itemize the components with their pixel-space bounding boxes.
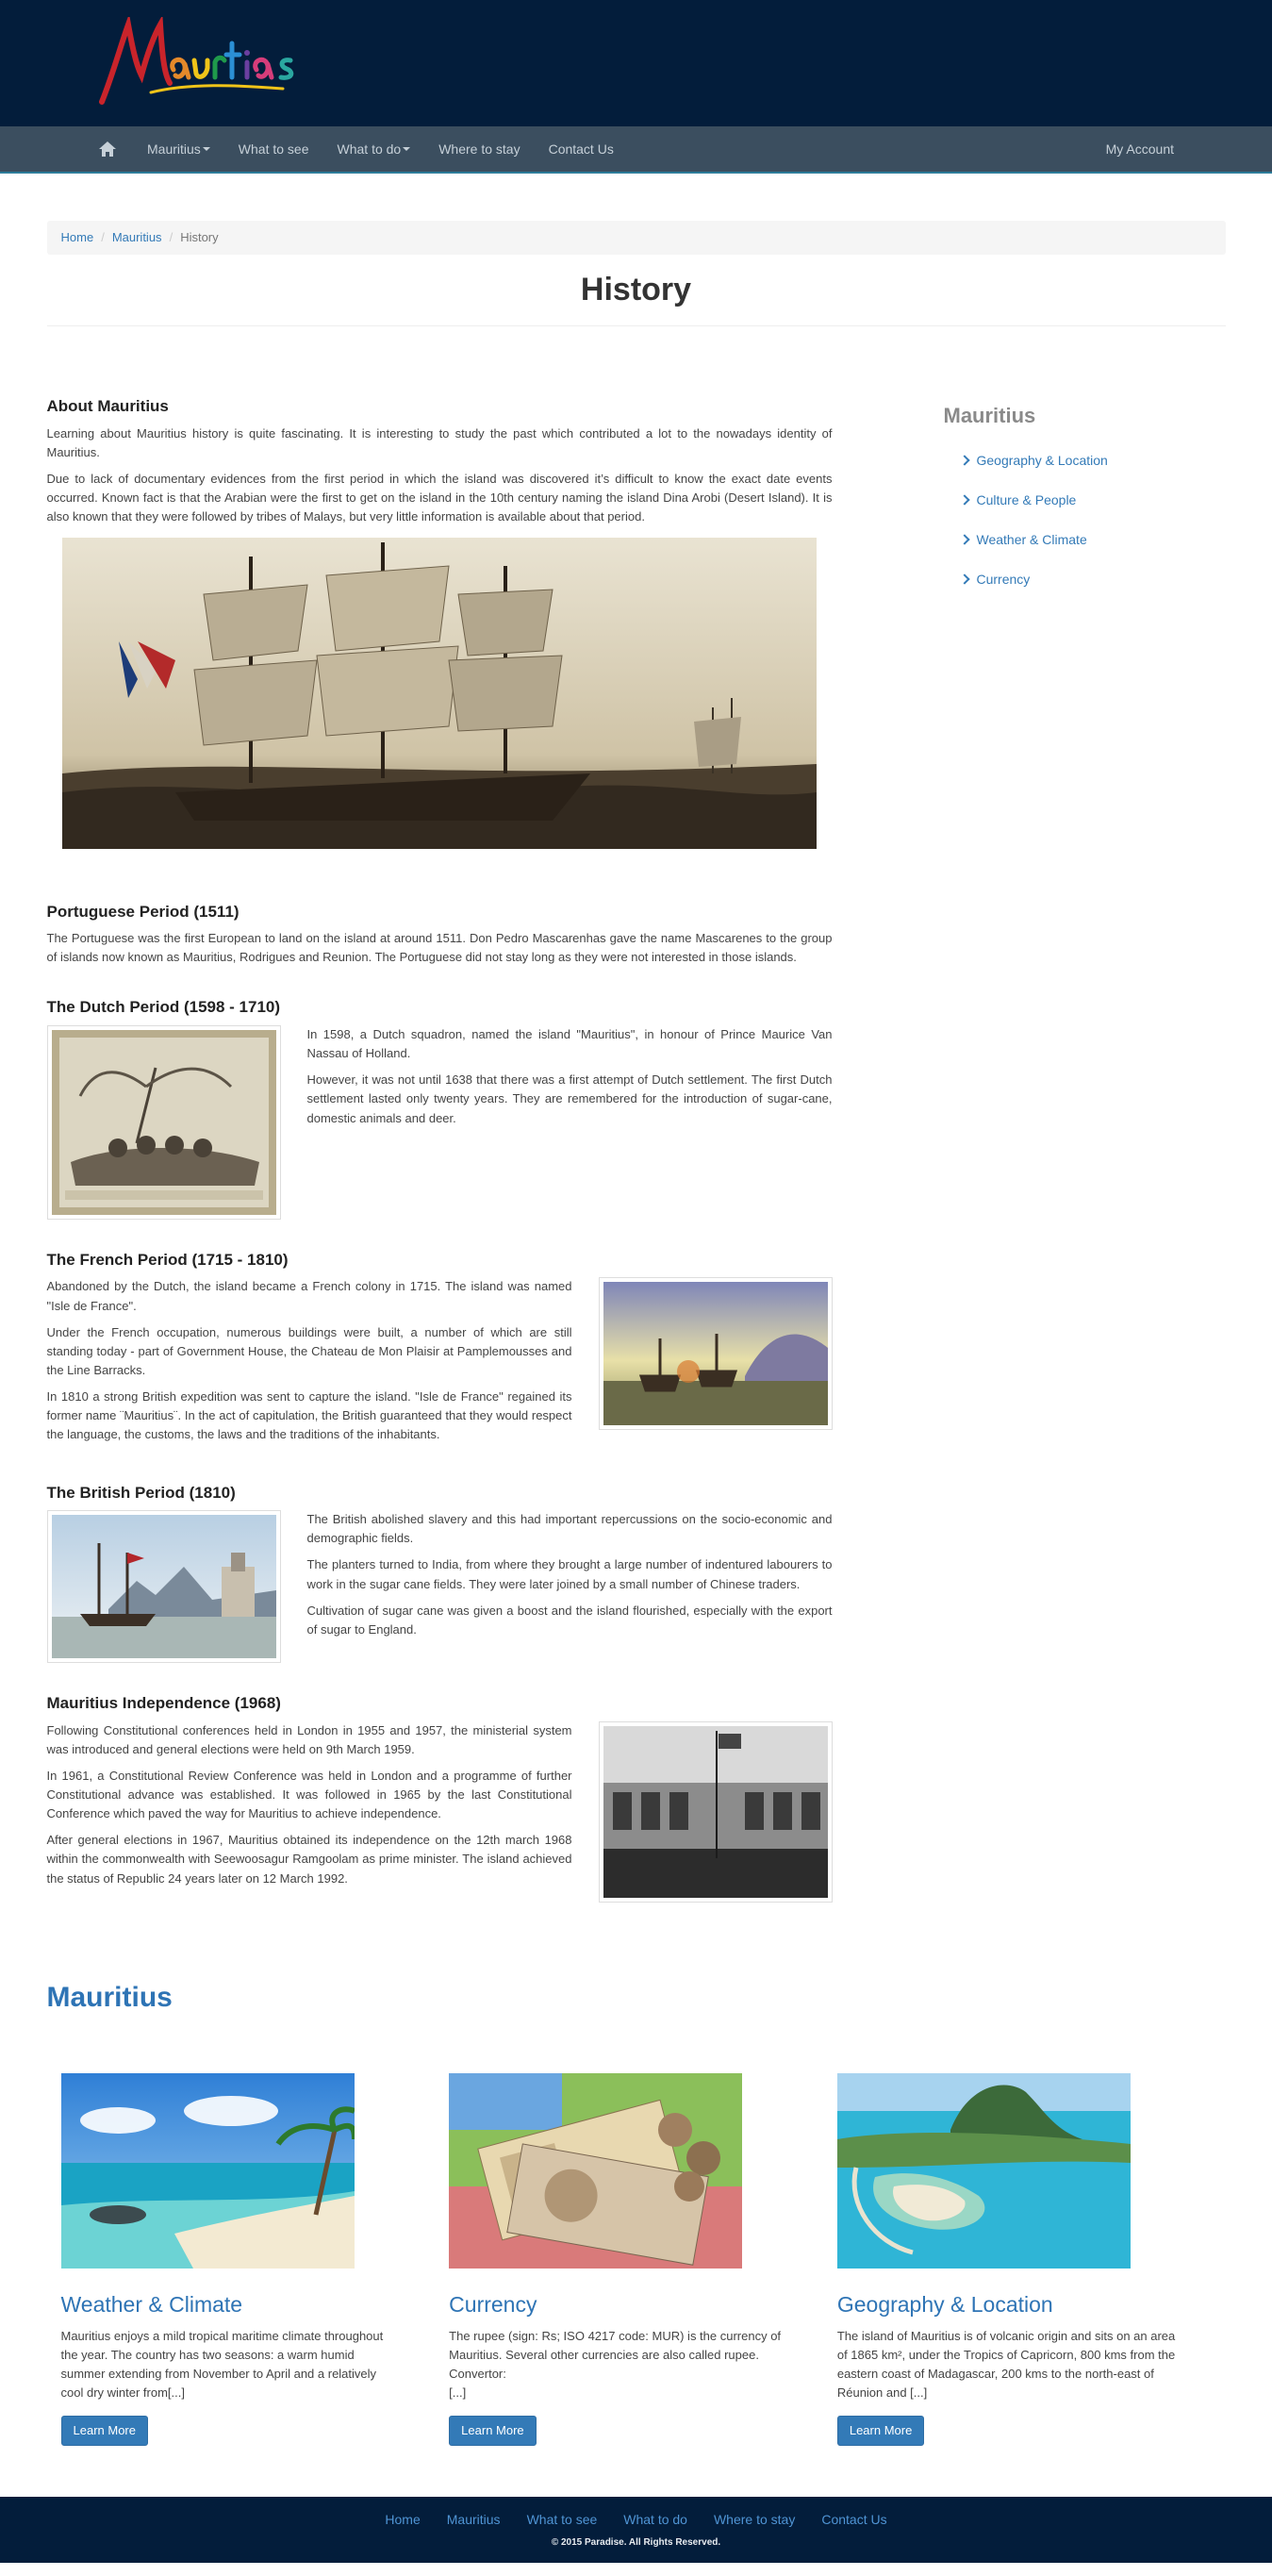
- copyright-text: © 2015 Paradise. All Rights Reserved.: [551, 2536, 721, 2548]
- footer-link-home[interactable]: Home: [385, 2510, 420, 2530]
- banknotes-image[interactable]: [449, 2072, 743, 2269]
- card-weather: Weather & Climate Mauritius enjoys a mil…: [60, 2072, 400, 2446]
- island-aerial-image[interactable]: [836, 2072, 1131, 2269]
- footer-link-contact-us[interactable]: Contact Us: [821, 2510, 886, 2530]
- paragraph: Learning about Mauritius history is quit…: [46, 425, 833, 459]
- paragraph: After general elections in 1967, Mauriti…: [46, 1833, 572, 1886]
- paragraph: In 1810 a strong British expedition was …: [46, 1389, 572, 1442]
- card-text: The island of Mauritius is of volcanic o…: [836, 2328, 1176, 2401]
- about-section: About Mauritius Learning about Mauritius…: [47, 394, 833, 881]
- breadcrumb-home[interactable]: Home: [61, 228, 94, 247]
- nav-item-contact-us[interactable]: Contact Us: [549, 140, 614, 159]
- section-title: The British Period (1810): [46, 1483, 236, 1502]
- paragraph: Abandoned by the Dutch, the island becam…: [46, 1279, 572, 1313]
- paragraph: However, it was not until 1638 that ther…: [306, 1072, 833, 1125]
- section-title: The Dutch Period (1598 - 1710): [46, 998, 281, 1017]
- sidebar: Mauritius Geography & Location Culture &…: [944, 394, 1208, 1921]
- british-section: The British Period (1810) The British ab…: [46, 1481, 833, 1664]
- french-naval-battle-image: [598, 1277, 833, 1431]
- beach-image[interactable]: [60, 2072, 357, 2269]
- portuguese-section: Portuguese Period (1511) The Portuguese …: [47, 900, 833, 968]
- home-icon[interactable]: [98, 139, 119, 159]
- card-title[interactable]: Weather & Climate: [61, 2288, 400, 2321]
- card-text: The rupee (sign: Rs; ISO 4217 code: MUR)…: [449, 2328, 782, 2381]
- independence-flag-ceremony-image: [598, 1720, 833, 1903]
- footer-link-mauritius[interactable]: Mauritius: [447, 2510, 501, 2530]
- paragraph: The British abolished slavery and this h…: [306, 1512, 833, 1546]
- nav-item-where-to-stay[interactable]: Where to stay: [438, 140, 520, 159]
- main-content: About Mauritius Learning about Mauritius…: [46, 394, 833, 1921]
- paragraph: Due to lack of documentary evidences fro…: [46, 471, 833, 524]
- site-footer: Home Mauritius What to see What to do Wh…: [0, 2496, 1272, 2563]
- section-title: Portuguese Period (1511): [46, 902, 240, 921]
- nav-item-mauritius[interactable]: Mauritius: [147, 140, 210, 159]
- breadcrumb-separator: /: [101, 230, 105, 245]
- card-text: Mauritius enjoys a mild tropical maritim…: [60, 2328, 384, 2401]
- learn-more-button[interactable]: Learn More: [836, 2416, 925, 2446]
- breadcrumb-current: History: [180, 230, 219, 245]
- section-title: The French Period (1715 - 1810): [46, 1250, 289, 1269]
- sidebar-link-geography[interactable]: Geography & Location: [944, 440, 1208, 480]
- page-title: History: [46, 266, 1226, 326]
- paragraph: The planters turned to India, from where…: [306, 1557, 833, 1591]
- card-currency: Currency The rupee (sign: Rs; ISO 4217 c…: [449, 2072, 787, 2446]
- breadcrumb: Home / Mauritius / History: [46, 221, 1226, 255]
- dutch-section: The Dutch Period (1598 - 1710) In 1598, …: [46, 995, 833, 1220]
- independence-section: Mauritius Independence (1968) Following …: [47, 1691, 833, 1903]
- section-title: Mauritius Independence (1968): [46, 1694, 281, 1713]
- nav-item-what-to-do[interactable]: What to do: [338, 140, 411, 159]
- learn-more-button[interactable]: Learn More: [449, 2416, 537, 2446]
- sidebar-link-currency[interactable]: Currency: [944, 559, 1208, 599]
- british-harbour-image: [46, 1510, 281, 1664]
- card-title[interactable]: Currency: [449, 2288, 787, 2321]
- featured-cards: Weather & Climate Mauritius enjoys a mil…: [47, 2072, 1226, 2446]
- sidebar-link-culture[interactable]: Culture & People: [944, 480, 1208, 520]
- caret-down-icon: [202, 147, 210, 151]
- nav-my-account[interactable]: My Account: [1106, 140, 1174, 159]
- card-geography: Geography & Location The island of Mauri…: [836, 2072, 1176, 2446]
- footer-link-what-to-do[interactable]: What to do: [623, 2510, 687, 2530]
- dutch-engraving-image: [46, 1024, 281, 1220]
- main-navbar: Mauritius What to see What to do Where t…: [0, 126, 1272, 174]
- paragraph: Cultivation of sugar cane was given a bo…: [306, 1603, 833, 1637]
- chevron-right-icon: [958, 534, 970, 545]
- sidebar-link-weather[interactable]: Weather & Climate: [944, 520, 1208, 559]
- paragraph: Following Constitutional conferences hel…: [46, 1722, 572, 1756]
- paragraph: Under the French occupation, numerous bu…: [46, 1324, 572, 1378]
- paragraph: In 1961, a Constitutional Review Confere…: [46, 1768, 572, 1821]
- card-title[interactable]: Geography & Location: [837, 2288, 1176, 2321]
- mauritius-logo[interactable]: [94, 17, 311, 111]
- section-title: About Mauritius: [46, 397, 169, 415]
- chevron-right-icon: [958, 494, 970, 506]
- sidebar-title: Mauritius: [943, 404, 1036, 427]
- paragraph: In 1598, a Dutch squadron, named the isl…: [306, 1026, 833, 1061]
- breadcrumb-mauritius[interactable]: Mauritius: [112, 228, 162, 247]
- learn-more-button[interactable]: Learn More: [60, 2416, 148, 2446]
- sailing-ship-painting: [61, 538, 817, 850]
- paragraph: The Portuguese was the first European to…: [46, 931, 833, 965]
- breadcrumb-separator: /: [169, 230, 173, 245]
- chevron-right-icon: [958, 455, 970, 466]
- site-header: [0, 0, 1272, 126]
- french-section: The French Period (1715 - 1810) Abandone…: [47, 1248, 833, 1453]
- chevron-right-icon: [958, 573, 970, 585]
- featured-title: Mauritius: [46, 1981, 173, 2013]
- footer-link-where-to-stay[interactable]: Where to stay: [714, 2510, 795, 2530]
- nav-item-what-to-see[interactable]: What to see: [239, 140, 309, 159]
- card-text-more: [...]: [449, 2385, 467, 2401]
- footer-links: Home Mauritius What to see What to do Wh…: [0, 2510, 1272, 2530]
- caret-down-icon: [403, 147, 411, 151]
- footer-link-what-to-see[interactable]: What to see: [527, 2510, 598, 2530]
